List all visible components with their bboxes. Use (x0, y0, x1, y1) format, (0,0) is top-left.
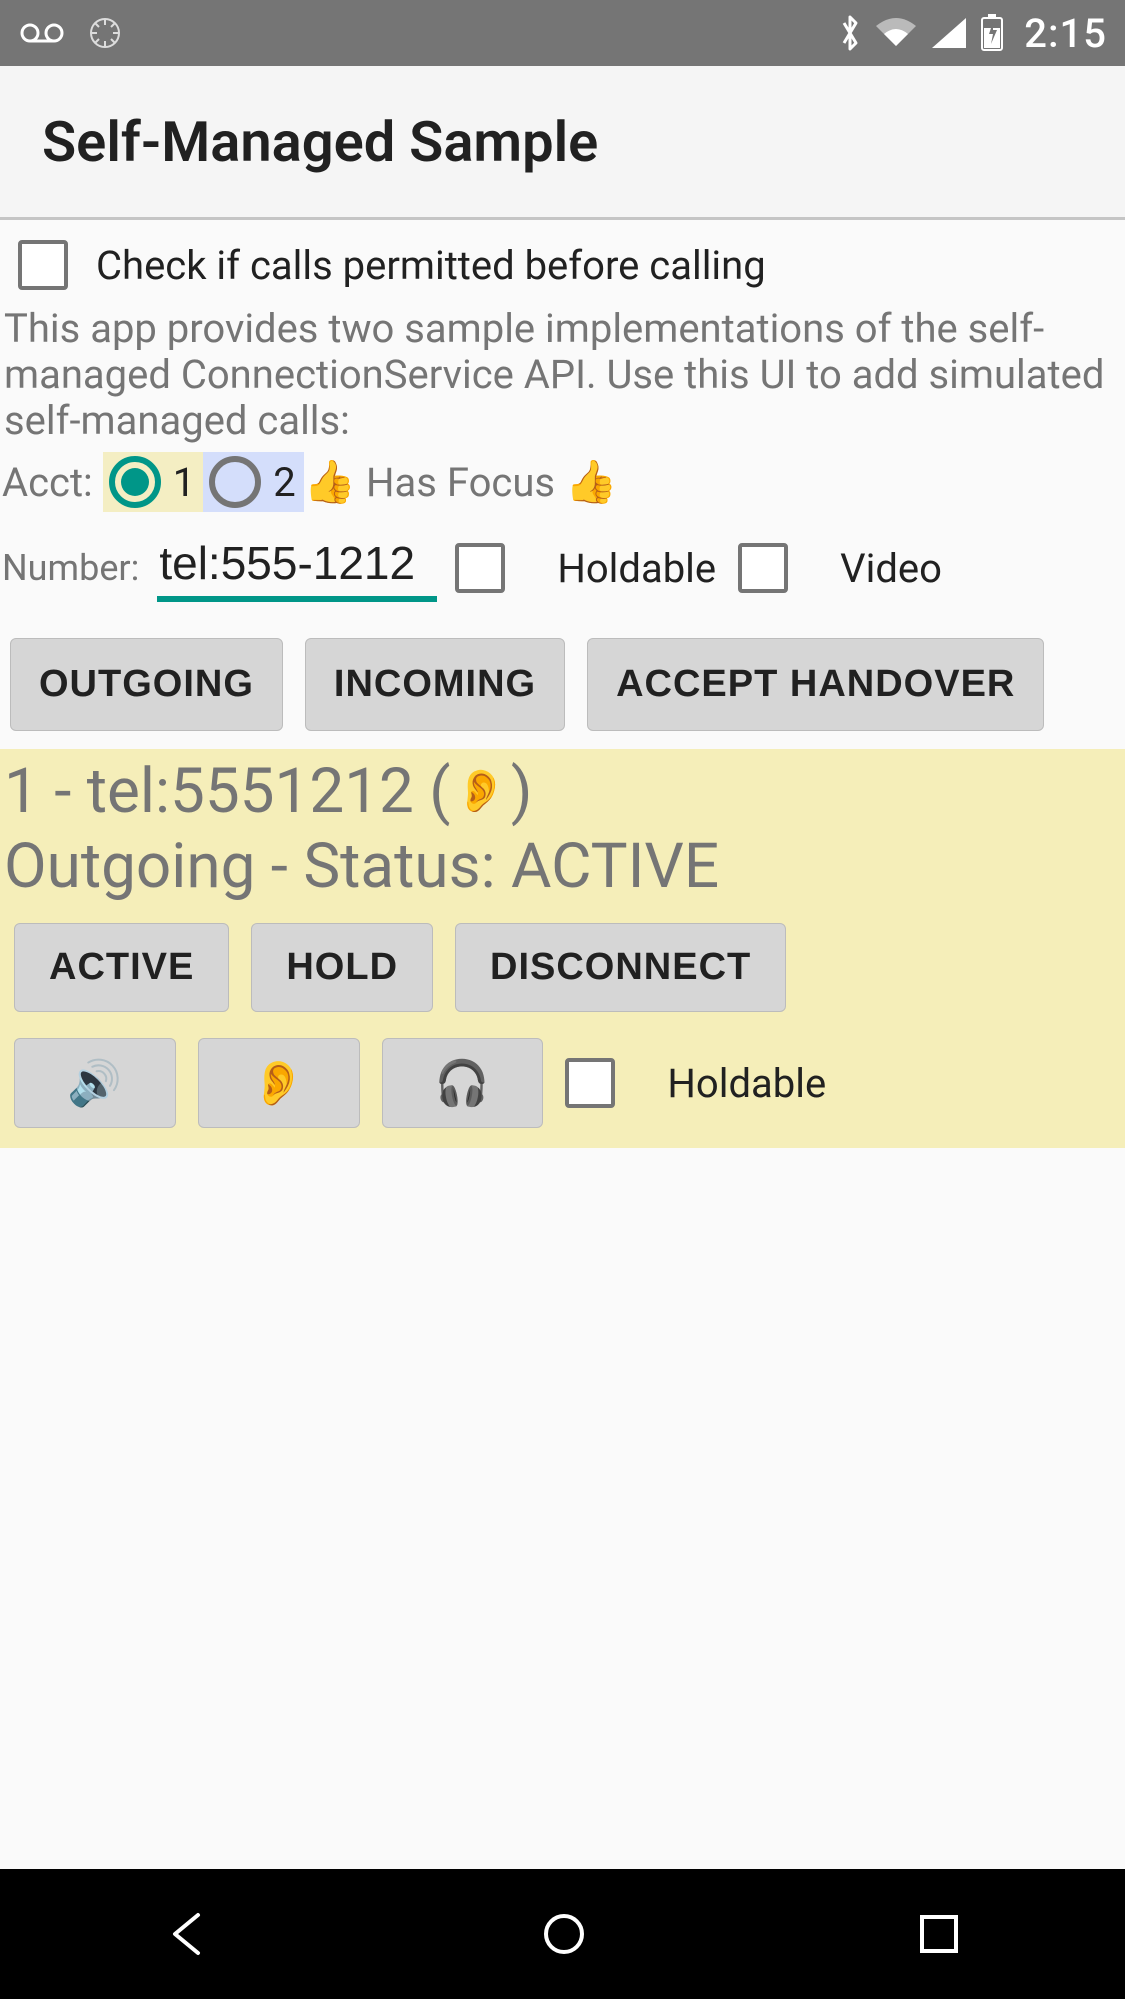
speaker-button[interactable]: 🔊 (14, 1038, 176, 1128)
voicemail-icon (18, 21, 66, 45)
video-checkbox-row[interactable]: Video (738, 543, 942, 593)
focus-indicator: 👍 Has Focus 👍 (304, 458, 618, 507)
account-radio-2-label: 2 (273, 459, 295, 506)
outgoing-button[interactable]: OUTGOING (10, 638, 283, 731)
number-input[interactable] (157, 534, 437, 602)
video-checkbox[interactable] (738, 543, 788, 593)
account-label: Acct: (2, 459, 103, 506)
account-radio-2[interactable]: 2 (203, 452, 303, 512)
status-clock: 2:15 (1024, 10, 1107, 57)
ear-icon: 👂 (251, 1059, 307, 1108)
earpiece-button[interactable]: 👂 (198, 1038, 360, 1128)
number-row: Number: Holdable Video (0, 522, 1125, 620)
video-label: Video (840, 545, 942, 592)
status-bar: 2:15 (0, 0, 1125, 66)
holdable-checkbox-row[interactable]: Holdable (455, 543, 716, 593)
call-info-line1: 1 - tel:5551212 ( 👂 ) (4, 755, 1121, 828)
active-button[interactable]: ACTIVE (14, 923, 229, 1012)
check-permitted-checkbox[interactable] (18, 240, 68, 290)
battery-charging-icon (980, 14, 1004, 52)
call-action-row: OUTGOING INCOMING ACCEPT HANDOVER (0, 620, 1125, 749)
holdable-label: Holdable (557, 545, 716, 592)
radio-selected-icon (109, 456, 161, 508)
home-icon[interactable] (539, 1909, 589, 1959)
description-text: This app provides two sample implementat… (0, 306, 1125, 452)
audio-route-row: 🔊 👂 🎧 Holdable (4, 1020, 1121, 1128)
thumbs-up-icon: 👍 (565, 458, 617, 507)
call-holdable-label: Holdable (667, 1060, 826, 1107)
headphones-icon: 🎧 (435, 1059, 491, 1108)
content: Check if calls permitted before calling … (0, 220, 1125, 1869)
incoming-button[interactable]: INCOMING (305, 638, 565, 731)
check-permitted-label: Check if calls permitted before calling (96, 242, 766, 289)
headphones-button[interactable]: 🎧 (382, 1038, 544, 1128)
holdable-checkbox[interactable] (455, 543, 505, 593)
call-id-suffix: ) (511, 755, 533, 828)
account-radio-1-label: 1 (173, 459, 195, 506)
account-radio-1[interactable]: 1 (103, 452, 203, 512)
hold-button[interactable]: HOLD (251, 923, 433, 1012)
radio-unselected-icon (209, 456, 261, 508)
back-icon[interactable] (163, 1909, 213, 1959)
call-state-row: ACTIVE HOLD DISCONNECT (4, 903, 1121, 1020)
number-label: Number: (2, 547, 139, 589)
ear-icon: 👂 (455, 767, 507, 816)
thumbs-up-icon: 👍 (304, 458, 356, 507)
accept-handover-button[interactable]: ACCEPT HANDOVER (587, 638, 1044, 731)
bluetooth-icon (838, 13, 862, 53)
check-permitted-row[interactable]: Check if calls permitted before calling (0, 220, 1125, 306)
page-title: Self-Managed Sample (42, 109, 598, 175)
account-row: Acct: 1 2 👍 Has Focus 👍 (0, 452, 1125, 522)
call-holdable-row[interactable]: Holdable (565, 1058, 826, 1108)
call-id-text: 1 - tel:5551212 ( (4, 755, 451, 828)
wifi-icon (874, 16, 918, 50)
recents-icon[interactable] (916, 1911, 962, 1957)
speaker-icon: 🔊 (67, 1059, 123, 1108)
call-holdable-checkbox[interactable] (565, 1058, 615, 1108)
call-card: 1 - tel:5551212 ( 👂 ) Outgoing - Status:… (0, 749, 1125, 1148)
call-status-text: Outgoing - Status: ACTIVE (4, 830, 1121, 903)
navigation-bar (0, 1869, 1125, 1999)
disconnect-button[interactable]: DISCONNECT (455, 923, 786, 1012)
focus-text: Has Focus (366, 459, 555, 506)
cell-signal-icon (930, 16, 968, 50)
app-bar: Self-Managed Sample (0, 66, 1125, 220)
spinner-icon (88, 16, 122, 50)
